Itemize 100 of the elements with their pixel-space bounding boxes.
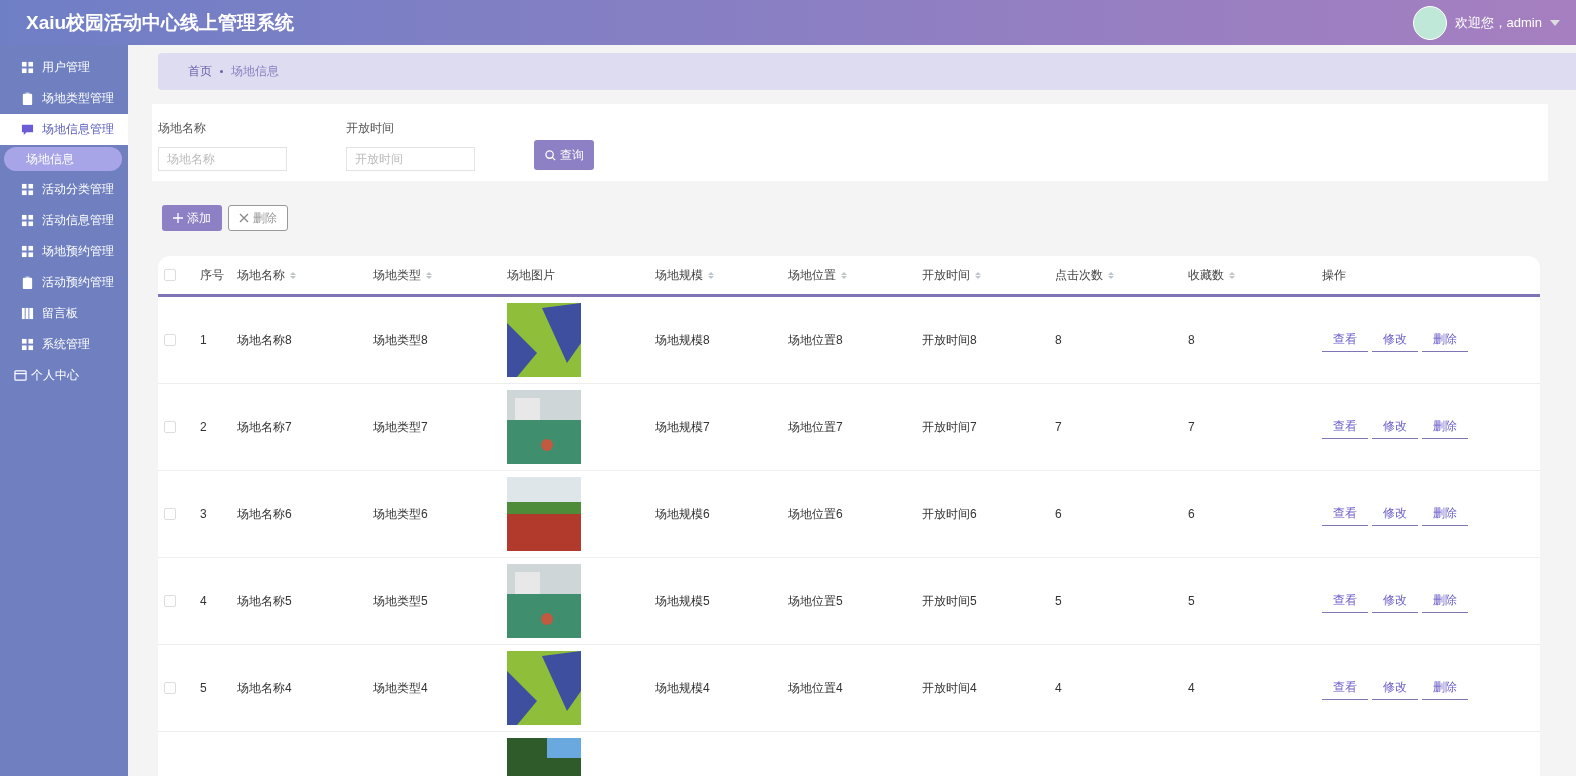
row-action-link[interactable]: 删除: [1422, 502, 1468, 526]
breadcrumb-link[interactable]: 首页: [188, 63, 212, 80]
book-icon: [21, 307, 34, 320]
table-cell-text: 场地类型7: [373, 418, 429, 436]
row-checkbox[interactable]: [164, 508, 176, 520]
table-cell-text: 场地规模4: [655, 679, 711, 697]
avatar[interactable]: [1412, 5, 1447, 40]
row-checkbox[interactable]: [164, 595, 176, 607]
field-label: 场地名称: [158, 120, 207, 137]
caret-icon[interactable]: [1550, 19, 1560, 26]
table-cell-text: 场地名称5: [237, 592, 293, 610]
sidebar-item[interactable]: 场地信息管理: [0, 114, 128, 145]
sort-icon[interactable]: [426, 271, 432, 279]
table-cell-text: 场地类型8: [373, 331, 429, 349]
row-action-link[interactable]: 查看: [1322, 676, 1368, 700]
row-action-link[interactable]: 修改: [1372, 502, 1418, 526]
table-cell-text: 7: [1055, 420, 1063, 434]
row-action-link[interactable]: 查看: [1322, 415, 1368, 439]
table-cell-text: 2: [200, 420, 208, 434]
table-cell-text: 4: [1188, 681, 1196, 695]
grid-icon: [21, 245, 34, 258]
column-header[interactable]: 场地类型: [373, 266, 421, 284]
row-checkbox[interactable]: [164, 421, 176, 433]
sort-icon[interactable]: [1229, 271, 1235, 279]
select-all-checkbox[interactable]: [164, 269, 176, 281]
search-button[interactable]: 查询: [534, 140, 594, 170]
column-header[interactable]: 开放时间: [922, 266, 970, 284]
table-cell-text: 开放时间4: [922, 679, 978, 697]
sidebar-item[interactable]: 活动分类管理: [0, 174, 128, 205]
table-cell-text: 场地位置7: [788, 418, 844, 436]
sidebar-item[interactable]: 活动信息管理: [0, 205, 128, 236]
sidebar-item[interactable]: 留言板: [0, 298, 128, 329]
table-cell-text: 4: [200, 594, 208, 608]
table-cell-text: 场地类型5: [373, 592, 429, 610]
chat-icon: [21, 123, 34, 136]
table-cell-text: 开放时间8: [922, 331, 978, 349]
sort-icon[interactable]: [841, 271, 847, 279]
sidebar-item[interactable]: 用户管理: [0, 52, 128, 83]
row-action-link[interactable]: 删除: [1422, 676, 1468, 700]
table-cell-text: 3: [200, 507, 208, 521]
column-header[interactable]: 场地规模: [655, 266, 703, 284]
row-checkbox[interactable]: [164, 334, 176, 346]
close-icon: [239, 213, 249, 223]
table-cell-text: 6: [1188, 507, 1196, 521]
sidebar-item[interactable]: 场地类型管理: [0, 83, 128, 114]
plus-icon: [173, 213, 183, 223]
table-cell-text: 场地名称4: [237, 679, 293, 697]
table-cell-text: 场地规模6: [655, 505, 711, 523]
search-field[interactable]: 场地名称: [158, 147, 287, 171]
row-action-link[interactable]: 查看: [1322, 328, 1368, 352]
table-cell-text: 场地名称6: [237, 505, 293, 523]
row-action-link[interactable]: 修改: [1372, 328, 1418, 352]
sidebar-item[interactable]: 个人中心: [0, 360, 128, 391]
row-action-link[interactable]: 查看: [1322, 589, 1368, 613]
sort-icon[interactable]: [708, 271, 714, 279]
table-cell-text: 1: [200, 333, 208, 347]
field-label: 开放时间: [346, 120, 395, 137]
add-button[interactable]: 添加: [162, 205, 222, 231]
row-action-link[interactable]: 修改: [1372, 415, 1418, 439]
welcome-text[interactable]: 欢迎您，admin: [1454, 13, 1542, 32]
column-header[interactable]: 场地位置: [788, 266, 836, 284]
grid-icon: [21, 338, 34, 351]
table-cell-text: 4: [1055, 681, 1063, 695]
table-cell-text: 5: [1055, 594, 1063, 608]
sidebar-item[interactable]: 场地预约管理: [0, 236, 128, 267]
table-cell-text: 场地名称7: [237, 418, 293, 436]
delete-button[interactable]: 删除: [228, 205, 288, 231]
row-action-link[interactable]: 修改: [1372, 589, 1418, 613]
table-cell-text: 开放时间6: [922, 505, 978, 523]
row-action-link[interactable]: 删除: [1422, 589, 1468, 613]
table-cell-text: 场地类型4: [373, 679, 429, 697]
table-cell-text: 8: [1188, 333, 1196, 347]
table-cell-text: 场地类型6: [373, 505, 429, 523]
card-icon: [14, 369, 27, 382]
row-action-link[interactable]: 修改: [1372, 676, 1418, 700]
table-cell-text: 场地规模5: [655, 592, 711, 610]
sidebar-item[interactable]: 系统管理: [0, 329, 128, 360]
row-action-link[interactable]: 查看: [1322, 502, 1368, 526]
sort-icon[interactable]: [1108, 271, 1114, 279]
table-cell-text: 场地位置6: [788, 505, 844, 523]
column-header[interactable]: 收藏数: [1188, 266, 1224, 284]
app-title: Xaiu校园活动中心线上管理系统: [26, 10, 295, 35]
grid-icon: [21, 183, 34, 196]
row-action-link[interactable]: 删除: [1422, 328, 1468, 352]
table-cell-text: 8: [1055, 333, 1063, 347]
table-cell-text: 场地位置4: [788, 679, 844, 697]
table-cell-text: 场地位置8: [788, 331, 844, 349]
sidebar-item[interactable]: 活动预约管理: [0, 267, 128, 298]
table-cell-text: 场地规模8: [655, 331, 711, 349]
row-action-link[interactable]: 删除: [1422, 415, 1468, 439]
column-header[interactable]: 点击次数: [1055, 266, 1103, 284]
grid-icon: [21, 214, 34, 227]
sort-icon[interactable]: [290, 271, 296, 279]
search-field[interactable]: 开放时间: [346, 147, 475, 171]
column-header[interactable]: 场地名称: [237, 266, 285, 284]
sort-icon[interactable]: [975, 271, 981, 279]
table-cell-text: 6: [1055, 507, 1063, 521]
search-icon: [544, 149, 556, 161]
row-checkbox[interactable]: [164, 682, 176, 694]
table-cell-text: 场地名称8: [237, 331, 293, 349]
